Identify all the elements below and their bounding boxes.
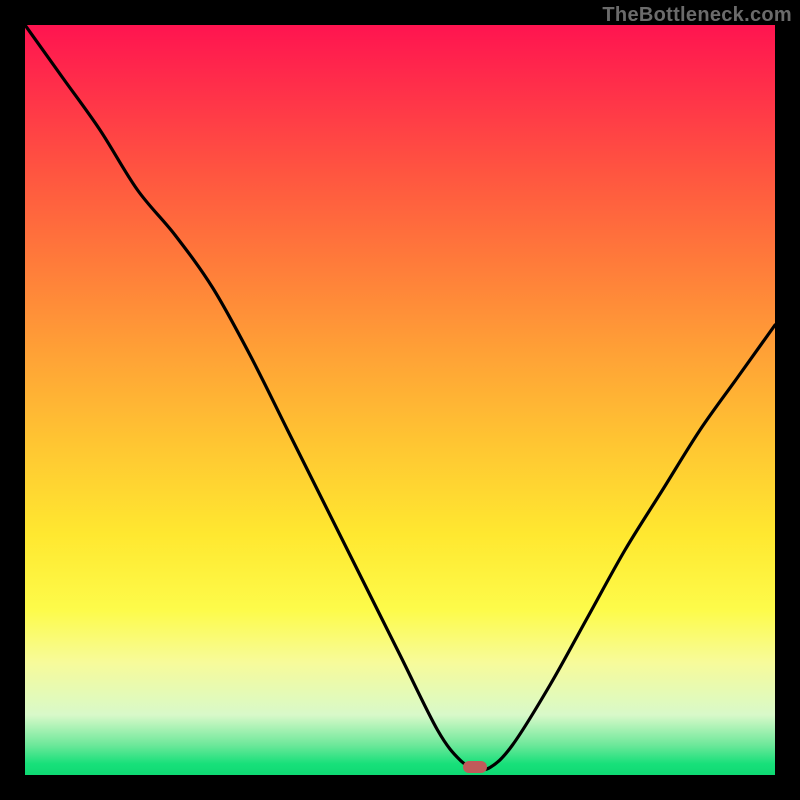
chart-frame: TheBottleneck.com	[0, 0, 800, 800]
bottleneck-curve	[25, 25, 775, 775]
plot-area	[25, 25, 775, 775]
min-point-marker	[463, 761, 487, 773]
watermark-label: TheBottleneck.com	[602, 4, 792, 27]
